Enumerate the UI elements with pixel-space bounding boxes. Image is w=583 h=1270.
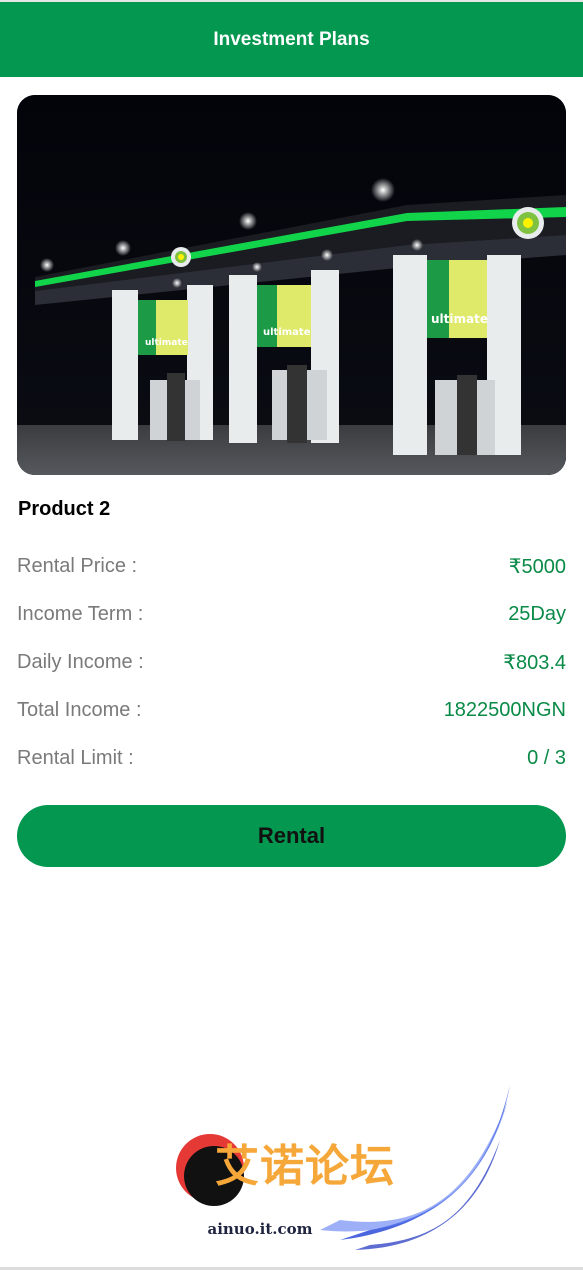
detail-row-rental-limit: Rental Limit : 0 / 3 xyxy=(17,743,566,773)
product-image: ultimate ultimate ultimate xyxy=(17,95,566,475)
detail-label: Rental Price : xyxy=(17,554,138,577)
detail-row-total-income: Total Income : 1822500NGN xyxy=(17,695,566,725)
detail-value: 1822500NGN xyxy=(443,698,566,721)
watermark-url: ainuo.it.com xyxy=(207,1220,313,1238)
fuel-station-illustration: ultimate ultimate ultimate xyxy=(17,95,566,475)
detail-label: Daily Income : xyxy=(17,650,144,673)
detail-row-rental-price: Rental Price : ₹5000 xyxy=(17,551,566,581)
app-header: Investment Plans xyxy=(0,2,583,77)
detail-value: 0 / 3 xyxy=(527,746,566,769)
page-title: Investment Plans xyxy=(213,28,370,50)
sign-text-2: ultimate xyxy=(263,327,311,338)
detail-value: 25Day xyxy=(508,602,566,625)
product-name: Product 2 xyxy=(18,498,111,520)
detail-row-daily-income: Daily Income : ₹803.4 xyxy=(17,647,566,677)
rental-button[interactable]: Rental xyxy=(17,805,566,867)
watermark-logo: 艾诺论坛 ainuo.it.com xyxy=(170,1080,515,1255)
detail-value: ₹803.4 xyxy=(503,651,566,674)
detail-label: Rental Limit : xyxy=(17,746,134,769)
watermark-text: 艾诺论坛 xyxy=(215,1141,395,1192)
detail-row-income-term: Income Term : 25Day xyxy=(17,599,566,629)
detail-label: Total Income : xyxy=(17,698,142,721)
detail-value: ₹5000 xyxy=(508,555,566,578)
sign-text-3: ultimate xyxy=(431,312,488,326)
detail-label: Income Term : xyxy=(17,602,144,625)
sign-text-1: ultimate xyxy=(145,338,188,348)
